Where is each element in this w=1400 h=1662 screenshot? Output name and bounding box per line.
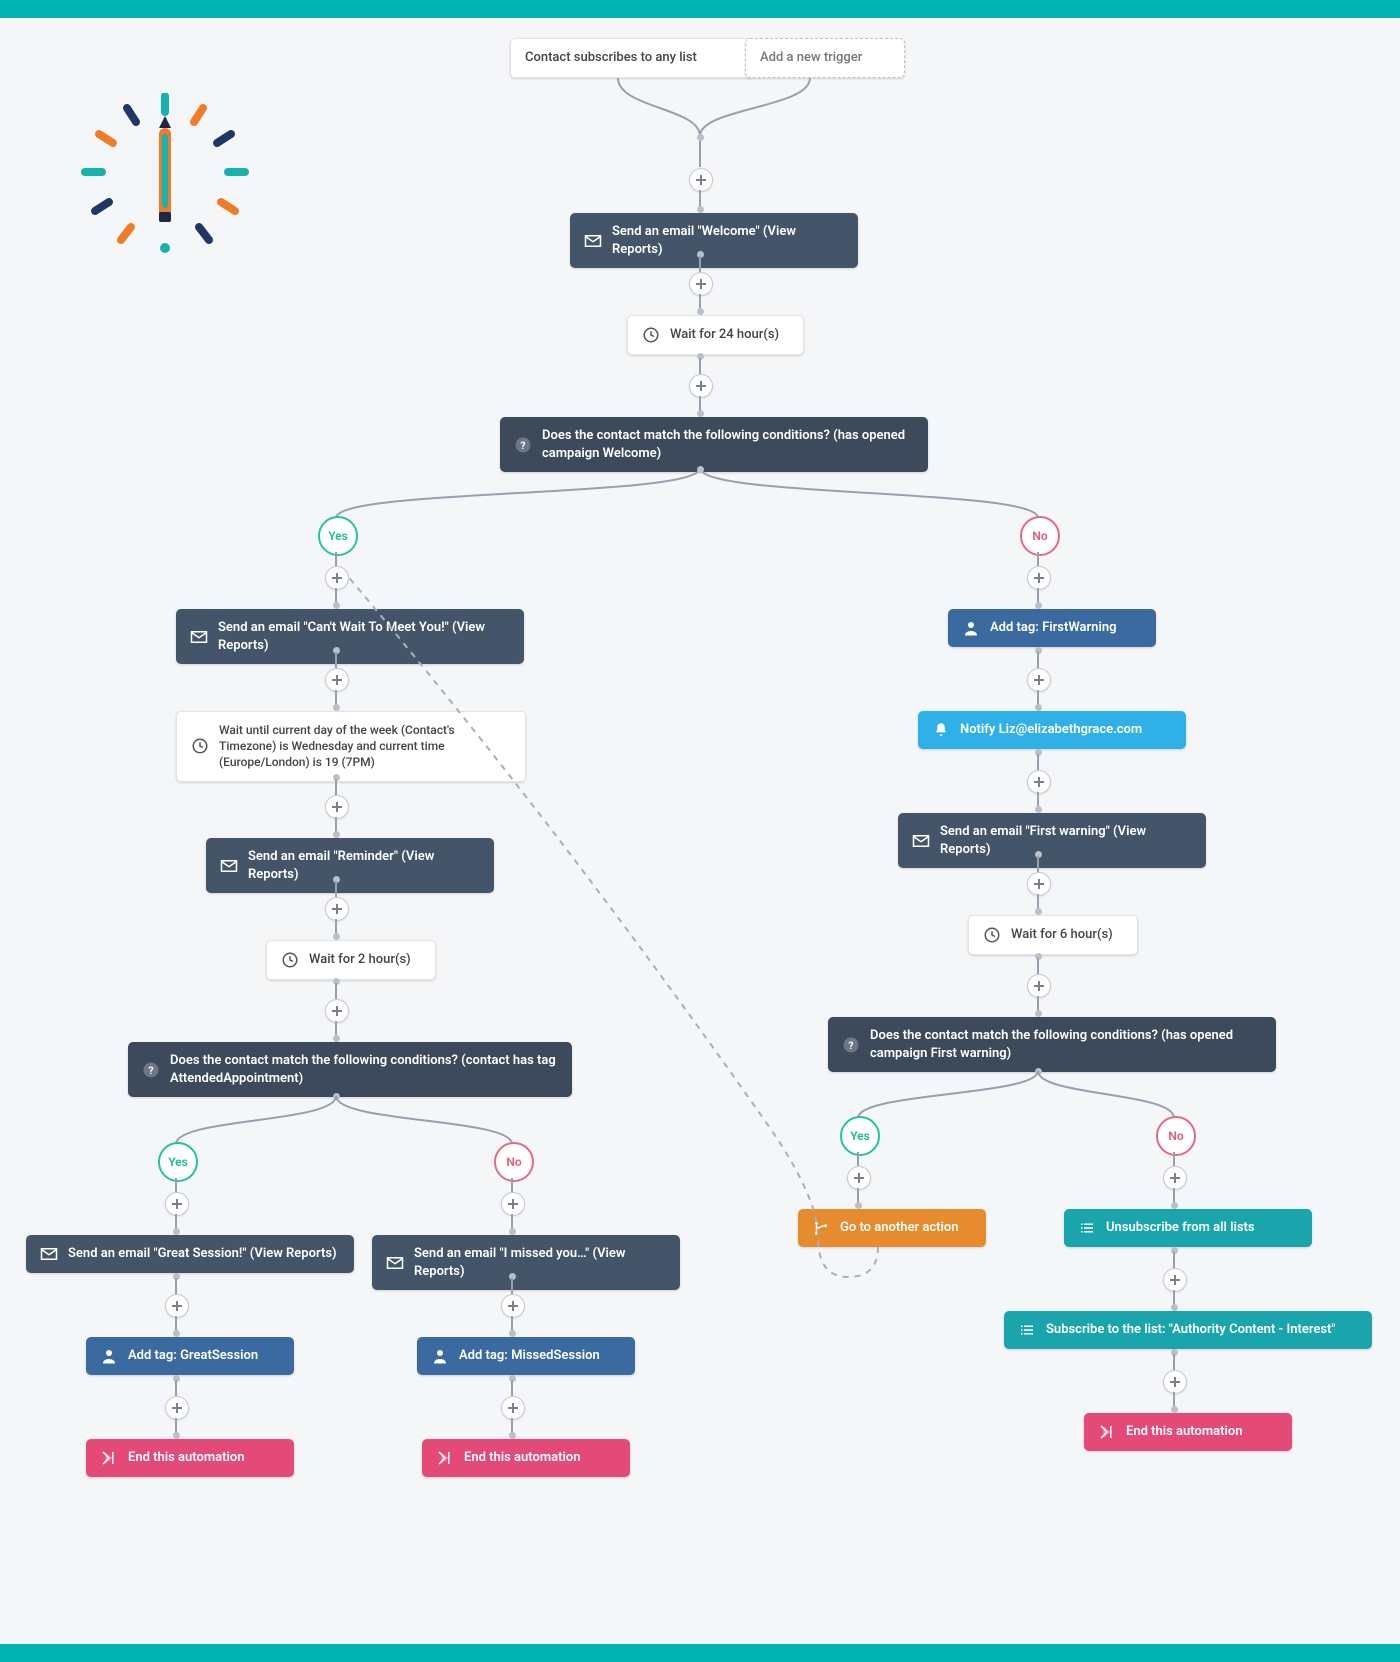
- list-icon: [1078, 1219, 1096, 1237]
- add-step-button[interactable]: [1163, 1370, 1187, 1394]
- action-label: End this automation: [1126, 1423, 1278, 1441]
- add-step-button[interactable]: [1163, 1268, 1187, 1292]
- list-icon: [1018, 1321, 1036, 1339]
- action-subscribe-list[interactable]: Subscribe to the list: "Authority Conten…: [1004, 1311, 1372, 1349]
- action-label: End this automation: [128, 1449, 280, 1467]
- action-label: Unsubscribe from all lists: [1106, 1219, 1298, 1237]
- action-end-automation[interactable]: End this automation: [1084, 1413, 1292, 1451]
- action-end-automation[interactable]: End this automation: [422, 1439, 630, 1477]
- add-step-button[interactable]: [1163, 1166, 1187, 1190]
- action-label: Subscribe to the list: "Authority Conten…: [1046, 1321, 1358, 1339]
- action-end-automation[interactable]: End this automation: [86, 1439, 294, 1477]
- end-icon: [100, 1449, 118, 1467]
- no-label: No: [1168, 1129, 1183, 1143]
- action-label: End this automation: [464, 1449, 616, 1467]
- action-unsubscribe[interactable]: Unsubscribe from all lists: [1064, 1209, 1312, 1247]
- end-icon: [436, 1449, 454, 1467]
- end-icon: [1098, 1423, 1116, 1441]
- branch-no: No: [1156, 1116, 1196, 1156]
